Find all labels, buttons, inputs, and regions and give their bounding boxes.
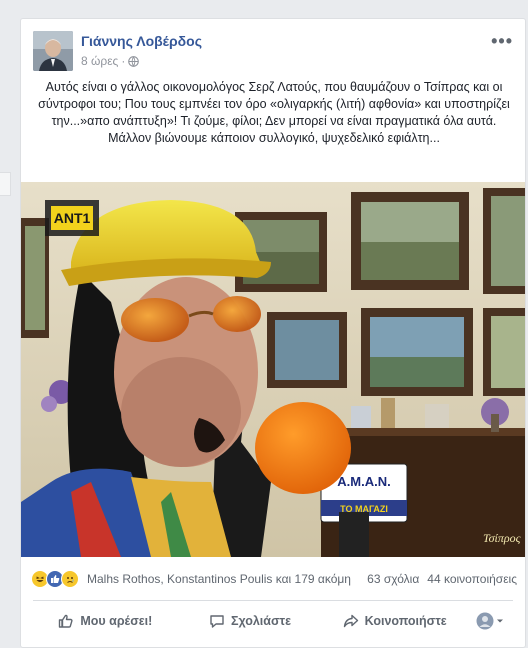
mic-label-2: ΤΟ ΜΑΓΑΖΙ xyxy=(340,504,388,514)
reaction-names[interactable]: Malhs Rothos, Konstantinos Poulis και 17… xyxy=(87,572,351,586)
comments-count[interactable]: 63 σχόλια xyxy=(367,572,419,586)
post-text: Αυτός είναι ο γάλλος οικονομολόγος Σερζ … xyxy=(38,80,510,145)
shares-count[interactable]: 44 κοινοποιήσεις xyxy=(427,572,517,586)
globe-icon xyxy=(128,55,140,67)
photo-watermark: Τσίπρος xyxy=(483,531,521,545)
reactions-bar: Malhs Rothos, Konstantinos Poulis και 17… xyxy=(31,570,517,588)
user-avatar-icon xyxy=(476,612,494,630)
photo-illustration: ANT1 A.M.A.N. ΤΟ ΜΑΓΑΖΙ Τσίπρος xyxy=(21,182,525,557)
left-column-edge xyxy=(0,172,11,196)
chevron-down-icon xyxy=(497,619,504,623)
share-icon xyxy=(343,614,358,628)
post-time[interactable]: 8 ώρες xyxy=(81,54,118,68)
thumbs-up-icon xyxy=(59,614,73,628)
svg-text:ANT1: ANT1 xyxy=(54,210,91,226)
divider xyxy=(33,600,513,601)
post-card: Γιάννης Λοβέρδος 8 ώρες · ••• Αυτός είνα… xyxy=(20,18,526,648)
share-audience-selector[interactable] xyxy=(467,603,513,639)
like-label: Μου αρέσει! xyxy=(80,614,153,628)
comment-icon xyxy=(210,615,224,628)
author-name[interactable]: Γιάννης Λοβέρδος xyxy=(81,33,202,49)
more-options-icon[interactable]: ••• xyxy=(491,31,513,52)
comment-label: Σχολιάστε xyxy=(230,614,292,628)
comment-button[interactable]: Σχολιάστε xyxy=(178,603,323,639)
share-label: Κοινοποιήστε xyxy=(364,614,447,628)
share-button[interactable]: Κοινοποιήστε xyxy=(322,603,467,639)
post-header: Γιάννης Λοβέρδος 8 ώρες · ••• xyxy=(21,19,525,77)
like-button[interactable]: Μου αρέσει! xyxy=(33,603,178,639)
sad-icon xyxy=(61,570,79,588)
reaction-stats: 63 σχόλια 44 κοινοποιήσεις xyxy=(367,572,517,586)
post-photo[interactable]: ANT1 A.M.A.N. ΤΟ ΜΑΓΑΖΙ Τσίπρος xyxy=(21,182,525,557)
action-bar: Μου αρέσει! Σχολιάστε Κοινοποιήστε xyxy=(33,603,513,639)
mic-label: A.M.A.N. xyxy=(337,474,390,489)
avatar[interactable] xyxy=(33,31,73,71)
reaction-icons[interactable] xyxy=(31,570,79,588)
post-meta: 8 ώρες · xyxy=(81,54,140,68)
avatar-image xyxy=(33,31,73,71)
